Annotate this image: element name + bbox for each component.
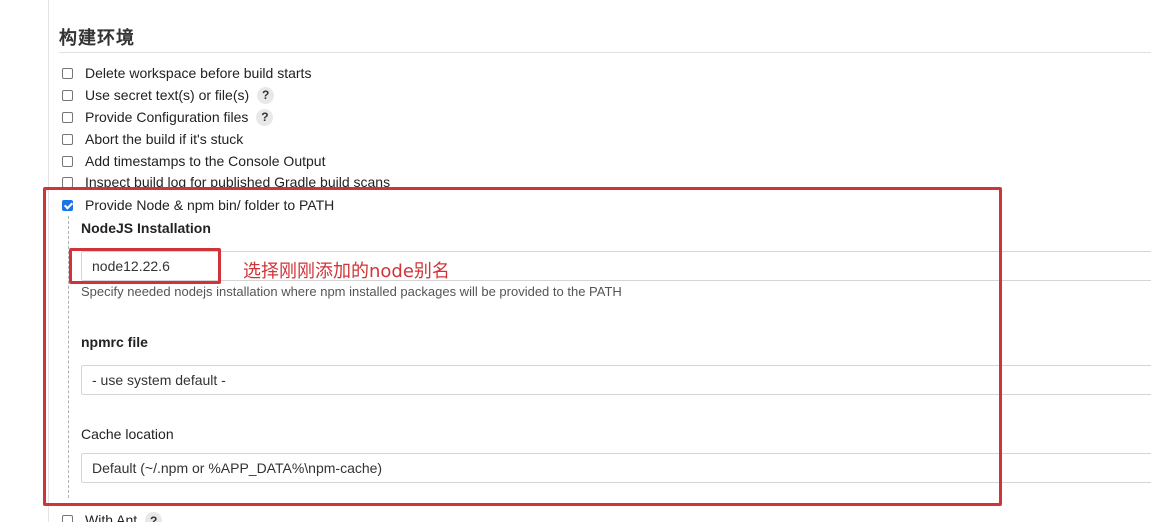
option-abort-stuck[interactable]: Abort the build if it's stuck: [62, 129, 243, 149]
abort-stuck-checkbox[interactable]: [62, 133, 73, 145]
left-gutter: [0, 0, 48, 522]
option-label: Abort the build if it's stuck: [85, 131, 244, 147]
option-label: Use secret text(s) or file(s): [85, 87, 250, 103]
help-icon[interactable]: ?: [145, 512, 163, 522]
option-label: Provide Configuration files: [85, 109, 249, 125]
option-config-files[interactable]: Provide Configuration files ?: [62, 107, 274, 127]
option-label: Delete workspace before build starts: [85, 65, 312, 81]
highlight-frame-node-section: [43, 187, 1002, 506]
option-delete-workspace[interactable]: Delete workspace before build starts: [62, 63, 311, 83]
timestamps-checkbox[interactable]: [62, 155, 73, 167]
help-icon[interactable]: ?: [256, 108, 274, 126]
option-label: Add timestamps to the Console Output: [85, 153, 326, 169]
section-title: 构建环境: [59, 28, 135, 49]
option-secret-text[interactable]: Use secret text(s) or file(s) ?: [62, 85, 275, 105]
secret-text-checkbox[interactable]: [62, 89, 73, 101]
section-divider: [59, 52, 1151, 53]
annotation-text: 选择刚刚添加的node别名: [243, 261, 450, 282]
option-label: With Ant: [85, 512, 138, 522]
delete-workspace-checkbox[interactable]: [62, 67, 73, 79]
with-ant-checkbox[interactable]: [62, 515, 73, 522]
highlight-frame-node-alias: [69, 248, 221, 284]
help-icon[interactable]: ?: [257, 86, 275, 104]
config-files-checkbox[interactable]: [62, 111, 73, 123]
option-timestamps[interactable]: Add timestamps to the Console Output: [62, 151, 325, 171]
option-with-ant[interactable]: With Ant ?: [62, 512, 163, 522]
